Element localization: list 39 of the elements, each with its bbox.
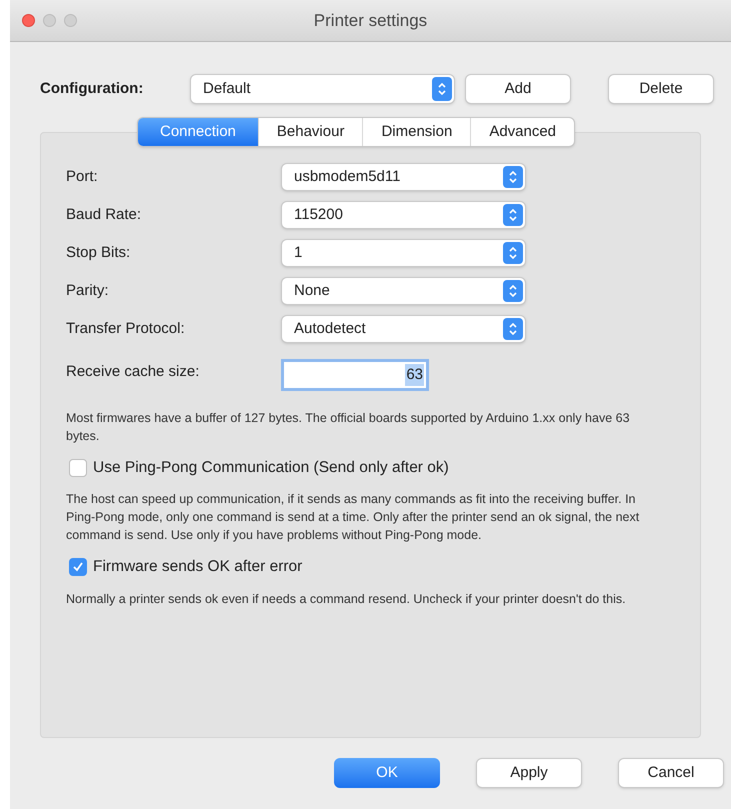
window-title: Printer settings bbox=[314, 10, 428, 32]
stepper-icon bbox=[503, 318, 523, 340]
field-label: Port: bbox=[66, 166, 99, 187]
dropdown[interactable]: Autodetect bbox=[281, 315, 526, 343]
configuration-label: Configuration: bbox=[40, 78, 144, 99]
dialog-button[interactable]: Apply bbox=[476, 758, 582, 788]
minimize-icon[interactable] bbox=[43, 14, 56, 27]
input-field[interactable]: 63 bbox=[281, 359, 429, 391]
configuration-dropdown[interactable]: Default bbox=[190, 74, 455, 104]
field-label: Stop Bits: bbox=[66, 242, 132, 263]
dropdown[interactable]: 1 bbox=[281, 239, 526, 267]
checkbox-label: Firmware sends OK after error bbox=[93, 557, 302, 578]
stepper-icon bbox=[432, 77, 452, 101]
checkbox[interactable] bbox=[69, 558, 87, 576]
zoom-icon[interactable] bbox=[64, 14, 77, 27]
dropdown[interactable]: None bbox=[281, 277, 526, 305]
checkbox[interactable] bbox=[69, 458, 87, 477]
stepper-icon bbox=[503, 204, 523, 226]
checkbox-label: Use Ping-Pong Communication (Send only after ok) bbox=[93, 458, 449, 478]
add-button[interactable]: Add bbox=[465, 74, 571, 104]
field-label: Transfer Protocol: bbox=[66, 318, 186, 339]
stepper-icon bbox=[503, 280, 523, 302]
tab[interactable]: Dimension bbox=[362, 118, 470, 146]
help-text: The host can speed up communication, if it sends as many commands as fit into the receiving buffer. In Ping-Pong mode, only one command is send at a time. Only after the printer send an ok signal, the next command is send. Use only if you have problems without Ping-Pong mode. bbox=[66, 491, 640, 544]
field-label: Parity: bbox=[66, 280, 110, 301]
tab[interactable]: Advanced bbox=[470, 118, 574, 146]
dropdown[interactable]: usbmodem5d11 bbox=[281, 163, 526, 191]
help-text: Normally a printer sends ok even if needs a command resend. Uncheck if your printer doesn't do this. bbox=[66, 590, 627, 608]
field-label: Receive cache size: bbox=[66, 362, 200, 382]
dialog-button[interactable]: Cancel bbox=[618, 758, 724, 788]
tab[interactable]: Behaviour bbox=[258, 118, 362, 146]
stepper-icon bbox=[503, 242, 523, 264]
help-text: Most firmwares have a buffer of 127 bytes. The official boards supported by Arduino 1.xx only have 63 bytes. bbox=[66, 410, 631, 445]
close-icon[interactable] bbox=[22, 14, 35, 27]
stepper-icon bbox=[503, 166, 523, 188]
dropdown[interactable]: 115200 bbox=[281, 201, 526, 229]
delete-button[interactable]: Delete bbox=[608, 74, 714, 104]
checkmark-icon bbox=[72, 560, 84, 573]
field-label: Baud Rate: bbox=[66, 204, 142, 225]
